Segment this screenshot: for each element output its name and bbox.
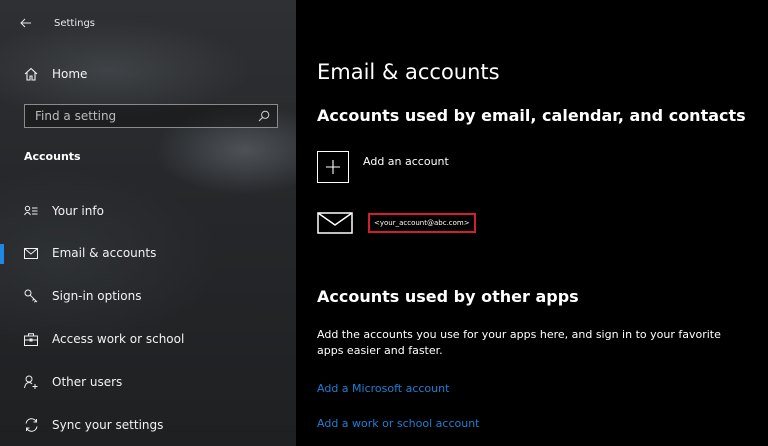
other-apps-description: Add the accounts you use for your apps h… xyxy=(317,328,721,357)
account-entry[interactable]: <your_account@abc.com> xyxy=(316,210,476,236)
sidebar-item-label: Sign-in options xyxy=(52,289,142,303)
app-title: Settings xyxy=(54,17,96,29)
search-icon[interactable] xyxy=(253,105,275,127)
title-bar: Settings xyxy=(0,10,95,36)
add-work-school-account-link[interactable]: Add a work or school account xyxy=(317,417,479,430)
sidebar-item-label: Access work or school xyxy=(52,332,185,346)
main-content: Email & accounts Accounts used by email,… xyxy=(296,0,768,446)
account-email: <your_account@abc.com> xyxy=(368,213,476,233)
section-label: Accounts xyxy=(24,150,81,163)
sidebar-item-other-users[interactable]: Other users xyxy=(0,365,296,399)
add-person-icon xyxy=(22,373,40,391)
sidebar-item-label: Other users xyxy=(52,375,123,389)
sidebar-item-your-info[interactable]: Your info xyxy=(0,194,296,228)
sidebar-item-sign-in-options[interactable]: Sign-in options xyxy=(0,279,296,313)
sync-icon xyxy=(22,416,40,434)
back-arrow-icon xyxy=(20,18,31,28)
sidebar-item-label: Home xyxy=(52,67,88,81)
sidebar-item-label: Email & accounts xyxy=(52,246,157,260)
envelope-icon xyxy=(22,244,40,262)
other-apps-heading: Accounts used by other apps xyxy=(317,287,579,306)
settings-window: Settings Home Accounts xyxy=(0,0,768,446)
sidebar-item-home[interactable]: Home xyxy=(0,57,296,91)
add-account-label: Add an account xyxy=(363,155,449,168)
sidebar-item-email-accounts[interactable]: Email & accounts xyxy=(0,236,296,270)
sidebar: Settings Home Accounts xyxy=(0,0,296,446)
key-icon xyxy=(22,287,40,305)
sidebar-item-access-work-school[interactable]: Access work or school xyxy=(0,322,296,356)
page-title: Email & accounts xyxy=(317,60,500,84)
person-list-icon xyxy=(22,202,40,220)
sidebar-item-label: Sync your settings xyxy=(52,418,164,432)
email-section-heading: Accounts used by email, calendar, and co… xyxy=(317,106,746,125)
home-icon xyxy=(22,65,40,83)
sidebar-item-sync-settings[interactable]: Sync your settings xyxy=(0,408,296,442)
search-input[interactable] xyxy=(25,104,253,128)
add-microsoft-account-link[interactable]: Add a Microsoft account xyxy=(317,382,449,395)
sidebar-item-label: Your info xyxy=(52,204,104,218)
plus-icon xyxy=(317,151,349,183)
briefcase-icon xyxy=(22,330,40,348)
search-box xyxy=(24,104,278,128)
selection-indicator xyxy=(0,244,4,264)
back-button[interactable] xyxy=(14,11,38,35)
add-account-button[interactable]: Add an account xyxy=(317,151,449,183)
mail-icon xyxy=(316,210,354,236)
